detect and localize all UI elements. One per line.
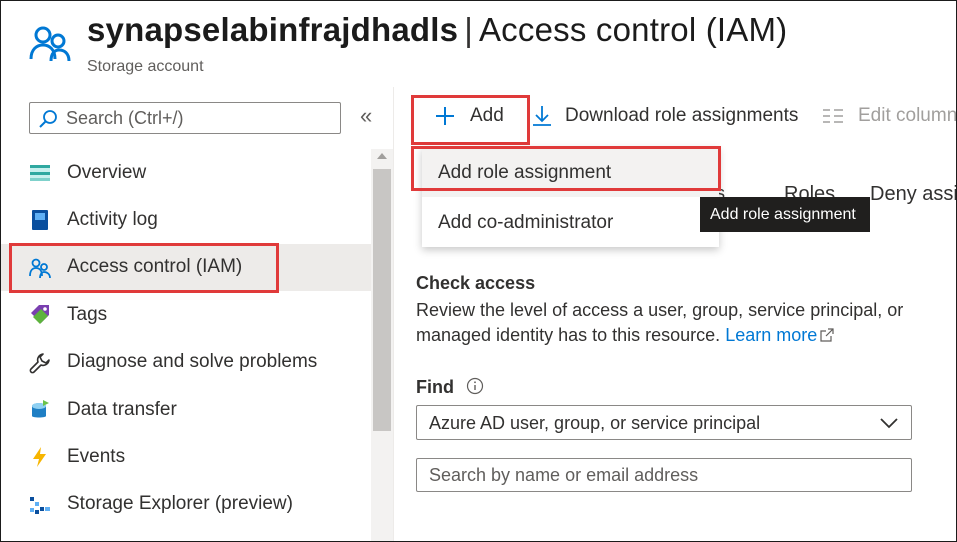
resource-type: Storage account: [87, 58, 204, 75]
download-icon: [533, 106, 551, 126]
check-access-heading: Check access: [416, 273, 536, 293]
sidebar-item-diagnose[interactable]: Diagnose and solve problems: [1, 339, 371, 386]
info-icon[interactable]: [466, 377, 484, 395]
activity-log-icon: [32, 210, 48, 231]
iam-people-icon: [29, 258, 51, 278]
sidebar-item-label: Data transfer: [67, 398, 177, 420]
menu-search-input[interactable]: Search (Ctrl+/): [29, 102, 341, 134]
sidebar-item-label: Storage Explorer (preview): [67, 493, 293, 515]
command-bar: Add Download role assignments Edit colum…: [394, 87, 957, 151]
collapse-menu-button[interactable]: «: [360, 105, 372, 127]
search-principal-placeholder: Search by name or email address: [429, 465, 699, 485]
title-separator: |: [464, 11, 473, 48]
search-icon: [39, 110, 57, 128]
sidebar-item-overview[interactable]: Overview: [1, 149, 371, 196]
external-link-icon: [820, 328, 834, 342]
edit-columns-label: Edit columns: [858, 105, 957, 126]
search-placeholder: Search (Ctrl+/): [66, 108, 184, 128]
add-dropdown-menu: Add role assignment Add co-administrator: [422, 147, 719, 247]
check-access-description: Review the level of access a user, group…: [416, 298, 936, 348]
find-label: Find: [416, 377, 454, 397]
data-transfer-icon: [32, 399, 49, 418]
columns-icon: [823, 109, 843, 123]
page-title: synapselabinfrajdhadls | Access control (I…: [87, 11, 787, 49]
blade-title: Access control (IAM): [478, 11, 788, 48]
chevron-down-icon: [880, 418, 898, 429]
tab-deny-assignments[interactable]: Deny assi: [870, 183, 956, 206]
find-principal-type-select[interactable]: Azure AD user, group, or service princip…: [416, 405, 912, 440]
download-label: Download role assignments: [565, 105, 799, 126]
lightning-icon: [33, 447, 46, 468]
download-role-assignments-button[interactable]: Download role assignments: [531, 105, 798, 127]
sidebar-item-label: Diagnose and solve problems: [67, 351, 318, 373]
scroll-up-icon[interactable]: [377, 153, 387, 159]
sidebar-item-data-transfer[interactable]: Data transfer: [1, 386, 371, 433]
edit-columns-button[interactable]: Edit columns: [822, 105, 957, 127]
portal-window: synapselabinfrajdhadls | Access control (I…: [0, 0, 957, 542]
sidebar-item-label: Access control (IAM): [67, 256, 243, 278]
page-header: synapselabinfrajdhadls | Access control (I…: [1, 1, 956, 87]
add-co-administrator-menu-item[interactable]: Add co-administrator: [422, 199, 719, 247]
sidebar-item-label: Overview: [67, 161, 147, 183]
sidebar-item-activity-log[interactable]: Activity log: [1, 196, 371, 243]
storage-explorer-icon: [30, 496, 50, 514]
sidebar-item-label: Tags: [67, 303, 108, 325]
plus-icon: [436, 107, 454, 125]
overview-icon: [30, 165, 50, 181]
add-role-assignment-menu-item[interactable]: Add role assignment: [422, 149, 719, 197]
menu-scrollbar-thumb[interactable]: [373, 169, 391, 431]
menu-divider: [393, 87, 394, 541]
select-value: Azure AD user, group, or service princip…: [429, 413, 761, 433]
menu-nav-list: Overview Activity log Access control (IA…: [1, 149, 371, 528]
learn-more-link[interactable]: Learn more: [725, 325, 834, 345]
wrench-icon: [29, 352, 50, 373]
sidebar-item-label: Events: [67, 446, 126, 468]
sidebar-item-tags[interactable]: Tags: [1, 291, 371, 338]
resource-menu: Search (Ctrl+/) « Overview Activity log: [1, 87, 393, 541]
add-button-label: Add: [470, 105, 504, 126]
learn-more-label: Learn more: [725, 325, 818, 345]
tag-icon: [31, 305, 49, 325]
iam-people-icon: [29, 26, 71, 62]
sidebar-item-storage-explorer[interactable]: Storage Explorer (preview): [1, 481, 371, 528]
sidebar-item-access-control[interactable]: Access control (IAM): [1, 243, 371, 292]
tooltip: Add role assignment: [700, 197, 870, 232]
add-button[interactable]: Add: [434, 105, 504, 127]
search-principal-input[interactable]: Search by name or email address: [416, 458, 912, 492]
resource-name: synapselabinfrajdhadls: [87, 11, 459, 48]
sidebar-item-events[interactable]: Events: [1, 433, 371, 480]
sidebar-item-label: Activity log: [67, 209, 158, 231]
